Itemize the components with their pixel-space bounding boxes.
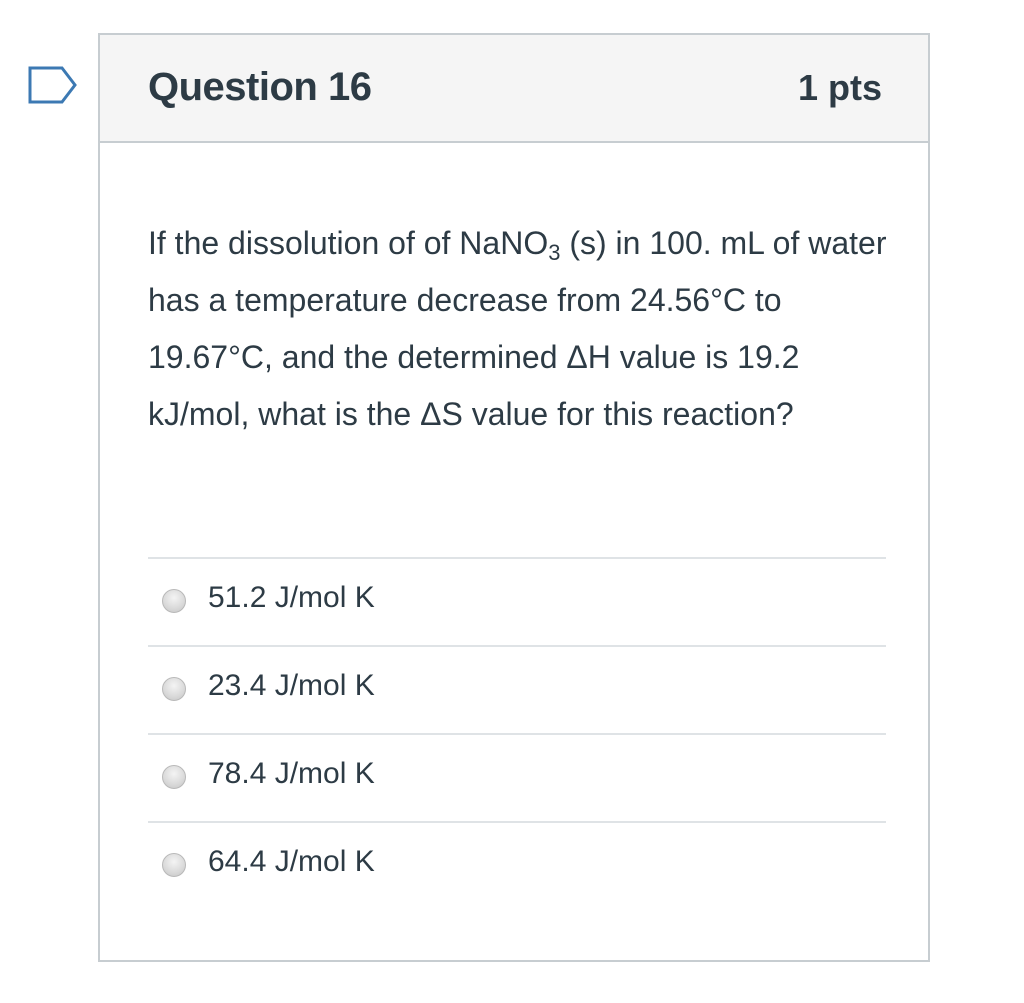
answer-label[interactable]: 78.4 J/mol K bbox=[208, 757, 375, 791]
question-text-part1: If the dissolution of of NaNO bbox=[148, 225, 549, 261]
question-title: Question 16 bbox=[148, 65, 372, 109]
question-card: Question 16 1 pts If the dissolution of … bbox=[98, 33, 930, 962]
answer-option-4[interactable]: 64.4 J/mol K bbox=[148, 821, 886, 909]
radio-unchecked-icon[interactable] bbox=[162, 677, 186, 701]
radio-unchecked-icon[interactable] bbox=[162, 765, 186, 789]
flag-question-icon[interactable] bbox=[28, 66, 78, 104]
answer-option-3[interactable]: 78.4 J/mol K bbox=[148, 733, 886, 821]
question-text: If the dissolution of of NaNO3 (s) in 10… bbox=[148, 215, 898, 443]
answer-option-1[interactable]: 51.2 J/mol K bbox=[148, 557, 886, 645]
answer-label[interactable]: 23.4 J/mol K bbox=[208, 669, 375, 703]
radio-unchecked-icon[interactable] bbox=[162, 853, 186, 877]
question-points: 1 pts bbox=[797, 67, 882, 108]
question-header: Question 16 1 pts bbox=[100, 35, 928, 143]
radio-unchecked-icon[interactable] bbox=[162, 589, 186, 613]
question-text-subscript: 3 bbox=[548, 240, 561, 265]
answer-option-2[interactable]: 23.4 J/mol K bbox=[148, 645, 886, 733]
answer-list: 51.2 J/mol K 23.4 J/mol K 78.4 J/mol K 6… bbox=[148, 557, 886, 909]
answer-label[interactable]: 51.2 J/mol K bbox=[208, 581, 375, 615]
answer-label[interactable]: 64.4 J/mol K bbox=[208, 845, 375, 879]
